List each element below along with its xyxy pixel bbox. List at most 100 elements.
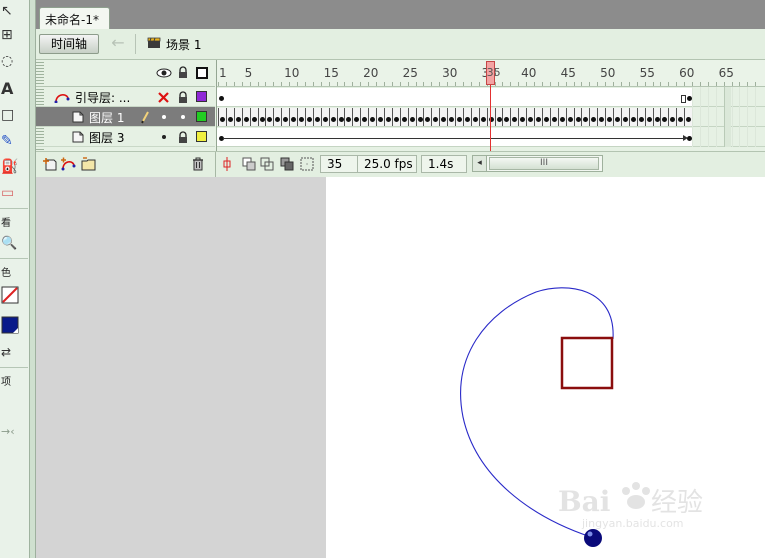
- onion-skin-icon[interactable]: [242, 157, 256, 171]
- empty-frame-cell[interactable]: [723, 107, 732, 127]
- keyframe-cell[interactable]: [415, 108, 424, 126]
- empty-frame-cell[interactable]: [692, 127, 700, 147]
- layer-name[interactable]: 图层 1: [89, 109, 124, 126]
- rectangle-tool[interactable]: □: [0, 104, 26, 126]
- hidden-x-icon[interactable]: [157, 91, 170, 104]
- keyframe-cell[interactable]: [281, 108, 289, 126]
- keyframe-cell[interactable]: [597, 108, 605, 126]
- empty-frame-cell[interactable]: [715, 127, 724, 147]
- keyframe-cell[interactable]: [383, 108, 392, 126]
- empty-frame-cell[interactable]: [707, 107, 716, 127]
- empty-frame-cell[interactable]: [692, 87, 700, 107]
- layer-color-swatch[interactable]: [196, 91, 207, 102]
- layer-row-3[interactable]: 图层 3: [36, 127, 215, 147]
- empty-frame-cell[interactable]: [723, 127, 732, 147]
- empty-frame-cell[interactable]: [707, 87, 716, 107]
- keyframe-cell[interactable]: [368, 108, 376, 126]
- fill-color-swatch[interactable]: [0, 314, 26, 336]
- empty-frame-cell[interactable]: [739, 127, 747, 147]
- lock-dot[interactable]: [181, 115, 185, 119]
- empty-frame-cell[interactable]: [731, 127, 740, 147]
- empty-frame-cell[interactable]: [699, 127, 708, 147]
- keyframe-cell[interactable]: [225, 108, 234, 126]
- keyframe-cell[interactable]: [320, 108, 329, 126]
- keyframe-cell[interactable]: [660, 108, 668, 126]
- keyframe-cell[interactable]: [344, 108, 352, 126]
- keyframe-cell[interactable]: [376, 108, 384, 126]
- keyframe-cell[interactable]: [549, 108, 558, 126]
- keyframe-cell[interactable]: [249, 108, 258, 126]
- empty-frame-cell[interactable]: [731, 87, 740, 107]
- keyframe-cell[interactable]: [478, 108, 487, 126]
- add-folder-icon[interactable]: [81, 157, 97, 171]
- keyframe-cell[interactable]: [455, 108, 463, 126]
- keyframe-dot[interactable]: [219, 96, 224, 101]
- edit-multiple-frames-icon[interactable]: [280, 157, 294, 171]
- lock-icon[interactable]: [178, 66, 188, 79]
- empty-frame-cell[interactable]: [755, 87, 763, 107]
- keyframe-cell[interactable]: [399, 108, 408, 126]
- stroke-color-swatch[interactable]: [0, 284, 26, 306]
- keyframe-cell[interactable]: [652, 108, 661, 126]
- keyframe-cell[interactable]: [336, 108, 345, 126]
- keyframe-cell[interactable]: [391, 108, 400, 126]
- empty-frame-cell[interactable]: [755, 127, 763, 147]
- empty-frame-cell[interactable]: [739, 87, 747, 107]
- empty-frame-cell[interactable]: [747, 107, 755, 127]
- end-keyframe-dot[interactable]: [687, 136, 692, 141]
- keyframe-cell[interactable]: [273, 108, 281, 126]
- zoom-tool[interactable]: 🔍: [0, 232, 26, 254]
- end-keyframe-dot[interactable]: [687, 96, 692, 101]
- empty-frame-cell[interactable]: [699, 87, 708, 107]
- tween-arrow[interactable]: [223, 138, 686, 139]
- layer-color-swatch[interactable]: [196, 111, 207, 122]
- keyframe-cell[interactable]: [557, 108, 566, 126]
- modify-onion-markers-icon[interactable]: ·: [300, 157, 314, 171]
- frame-span[interactable]: [217, 88, 692, 106]
- keyframe-cell[interactable]: [439, 108, 447, 126]
- document-tab[interactable]: 未命名-1*: [39, 7, 110, 29]
- free-transform-tool[interactable]: ⊞: [0, 24, 26, 46]
- selection-tool[interactable]: ↖: [0, 0, 26, 22]
- lasso-tool[interactable]: ◌: [0, 50, 26, 72]
- timeline-toggle-button[interactable]: 时间轴: [39, 34, 99, 54]
- frame-row-guide[interactable]: [217, 87, 765, 107]
- keyframe-cell[interactable]: [676, 108, 684, 126]
- keyframe-cell[interactable]: [628, 108, 637, 126]
- end-frame-marker[interactable]: [681, 95, 686, 103]
- empty-frame-cell[interactable]: [723, 87, 732, 107]
- keyframe-cell[interactable]: [470, 108, 479, 126]
- empty-frame-cell[interactable]: [731, 107, 740, 127]
- keyframe-cell[interactable]: [312, 108, 321, 126]
- brush-tool[interactable]: ✎: [0, 130, 26, 152]
- red-square[interactable]: [560, 336, 614, 390]
- paint-bucket-tool[interactable]: ⛽: [0, 156, 26, 178]
- keyframe-cell[interactable]: [233, 108, 242, 126]
- keyframe-cell[interactable]: [613, 108, 621, 126]
- keyframe-cell[interactable]: [297, 108, 305, 126]
- empty-frame-cell[interactable]: [747, 127, 755, 147]
- keyframe-cell[interactable]: [589, 108, 597, 126]
- keyframe-cell[interactable]: [257, 108, 266, 126]
- delete-layer-icon[interactable]: [192, 157, 204, 171]
- playhead-marker[interactable]: 35: [485, 61, 501, 85]
- keyframe-cell[interactable]: [494, 108, 503, 126]
- keyframe-cell[interactable]: [581, 108, 589, 126]
- keyframe-cell[interactable]: [407, 108, 416, 126]
- outline-icon[interactable]: [196, 67, 208, 79]
- keyframe-cell[interactable]: [636, 108, 645, 126]
- keyframe-cell[interactable]: [360, 108, 368, 126]
- keyframe-cell[interactable]: [447, 108, 455, 126]
- keyframe-cell[interactable]: [502, 108, 510, 126]
- snap-tool[interactable]: →‹: [0, 420, 26, 442]
- eraser-tool[interactable]: ▭: [0, 182, 26, 204]
- current-frame-field[interactable]: 35: [320, 155, 360, 173]
- keyframe-cell[interactable]: [620, 108, 629, 126]
- eye-icon[interactable]: [156, 68, 172, 78]
- visibility-dot[interactable]: [162, 115, 166, 119]
- keyframe-cell[interactable]: [510, 108, 518, 126]
- center-frame-icon[interactable]: [222, 156, 232, 172]
- keyframe-cell[interactable]: [684, 108, 692, 126]
- keyframe-cell[interactable]: [265, 108, 273, 126]
- scroll-thumb[interactable]: III: [489, 157, 599, 170]
